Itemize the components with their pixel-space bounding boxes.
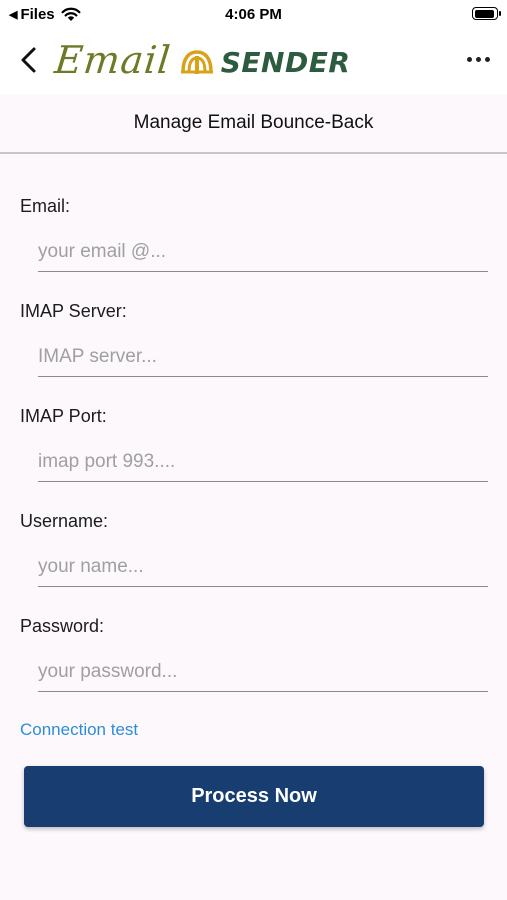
password-field-group: Password: bbox=[0, 590, 507, 695]
password-label: Password: bbox=[20, 616, 105, 636]
email-input[interactable] bbox=[38, 232, 488, 272]
logo-mark-icon bbox=[180, 50, 213, 74]
ellipsis-dot bbox=[475, 56, 481, 62]
process-now-button[interactable]: Process Now bbox=[24, 766, 484, 827]
status-time: 4:06 PM bbox=[225, 6, 282, 23]
imap-port-field-group: IMAP Port: bbox=[0, 380, 507, 485]
username-label: Username: bbox=[20, 511, 109, 531]
email-label: Email: bbox=[20, 196, 71, 216]
logo-word-sender: SENDER bbox=[220, 45, 351, 79]
nav-bar: Email SENDER bbox=[0, 30, 507, 94]
logo-word-email: Email bbox=[52, 38, 174, 82]
imap-server-input[interactable] bbox=[38, 337, 488, 377]
imap-server-field-group: IMAP Server: bbox=[0, 275, 507, 380]
status-bar: ◀ Files 4:06 PM bbox=[0, 0, 507, 30]
ellipsis-dot bbox=[484, 56, 490, 62]
bounce-settings-form: Email: IMAP Server: IMAP Port: Username:… bbox=[0, 170, 507, 695]
username-input[interactable] bbox=[38, 547, 488, 587]
connection-test-link[interactable]: Connection test bbox=[20, 720, 138, 740]
chevron-left-icon bbox=[21, 47, 36, 73]
imap-port-label: IMAP Port: bbox=[20, 406, 107, 426]
battery-icon bbox=[472, 7, 501, 20]
back-button[interactable] bbox=[16, 44, 44, 76]
imap-port-input[interactable] bbox=[38, 442, 488, 482]
password-input[interactable] bbox=[38, 652, 488, 692]
app-logo: Email SENDER bbox=[52, 38, 351, 82]
ellipsis-icon bbox=[466, 56, 472, 62]
username-field-group: Username: bbox=[0, 485, 507, 590]
more-options-button[interactable] bbox=[465, 52, 491, 66]
imap-server-label: IMAP Server: bbox=[20, 301, 127, 321]
page-title-bar: Manage Email Bounce-Back bbox=[0, 94, 507, 154]
email-field-group: Email: bbox=[0, 170, 507, 275]
page-title: Manage Email Bounce-Back bbox=[133, 112, 374, 133]
